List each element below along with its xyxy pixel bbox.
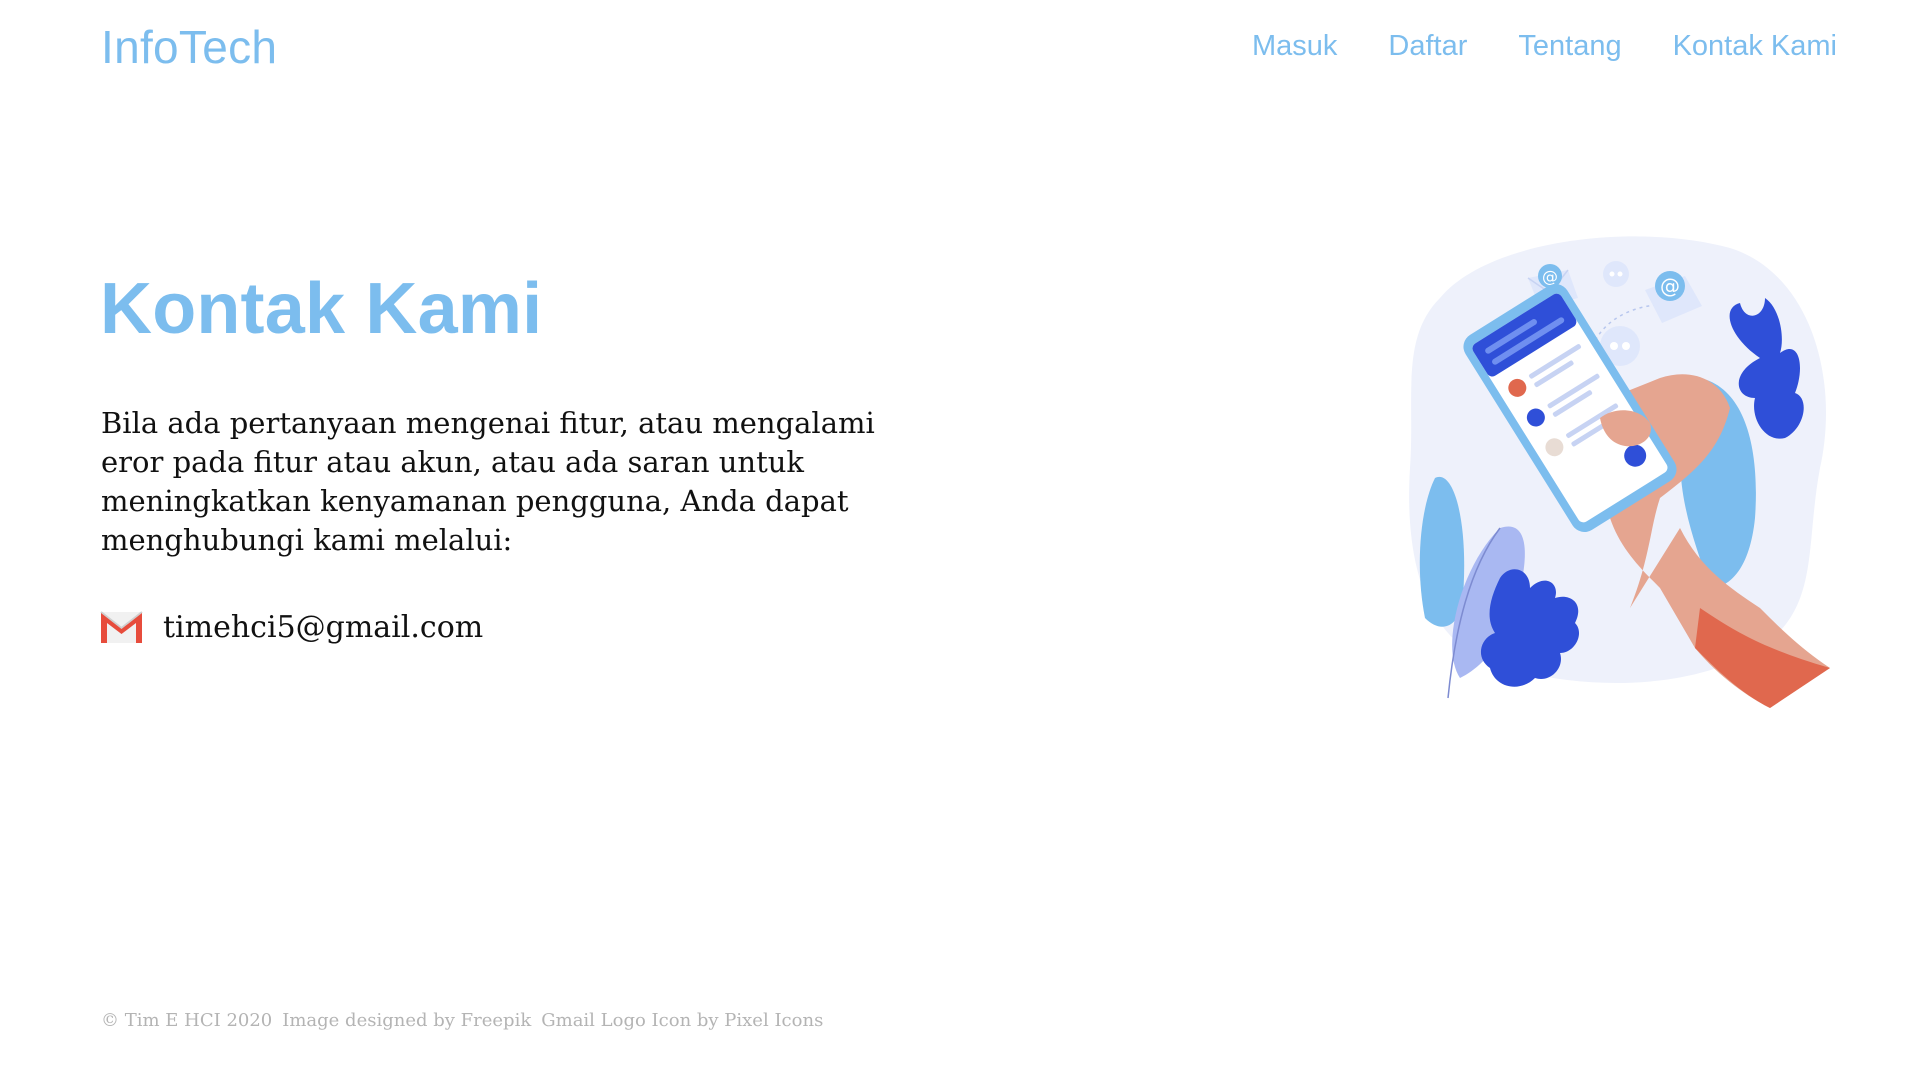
nav-kontak-kami[interactable]: Kontak Kami [1673,30,1837,63]
page-title: Kontak Kami [100,269,543,349]
site-logo[interactable]: InfoTech [101,20,277,74]
svg-text:@: @ [1542,267,1558,286]
header: InfoTech Masuk Daftar Tentang Kontak Kam… [0,0,1920,100]
svg-text:@: @ [1660,274,1680,298]
nav-masuk[interactable]: Masuk [1252,30,1337,63]
gmail-icon [100,611,143,643]
contact-illustration: @ @ [1409,236,1830,708]
contact-description: Bila ada pertanyaan mengenai fitur, atau… [101,406,875,557]
footer: © Tim E HCI 2020 Image designed by Freep… [101,1010,823,1031]
nav-daftar[interactable]: Daftar [1388,30,1467,63]
footer-image-credit[interactable]: Image designed by Freepik [282,1010,531,1031]
footer-icon-credit[interactable]: Gmail Logo Icon by Pixel Icons [541,1010,823,1031]
nav-tentang[interactable]: Tentang [1518,30,1621,63]
email-link[interactable]: timehci5@gmail.com [163,610,483,645]
footer-copyright: © Tim E HCI 2020 [101,1010,273,1031]
email-contact: timehci5@gmail.com [100,610,483,645]
main-nav: Masuk Daftar Tentang Kontak Kami [1252,30,1837,63]
